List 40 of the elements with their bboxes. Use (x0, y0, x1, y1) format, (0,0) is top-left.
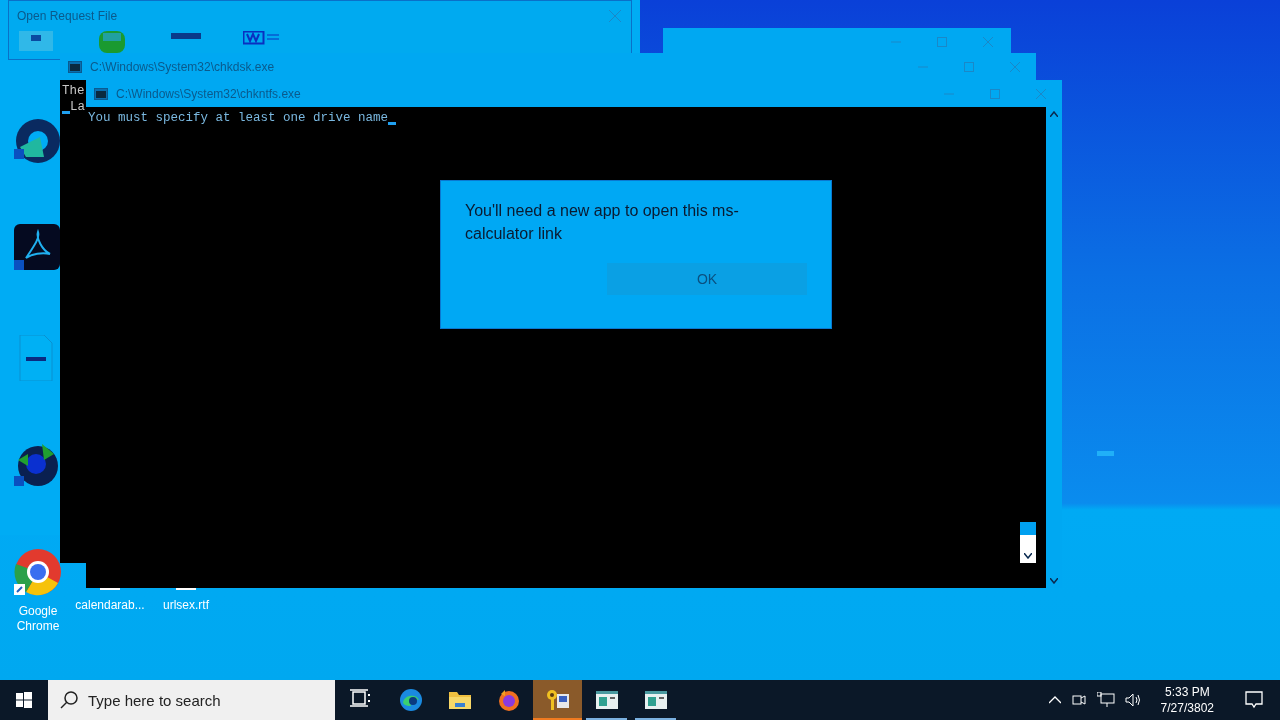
clock-time: 5:33 PM (1164, 684, 1210, 700)
ok-button[interactable]: OK (607, 263, 807, 295)
scroll-up-icon[interactable] (1050, 111, 1058, 117)
pdf-icon (14, 224, 60, 270)
scroll-down-icon[interactable] (1024, 553, 1032, 559)
clock[interactable]: 5:33 PM 7/27/3802 (1152, 684, 1222, 716)
text-cursor (62, 111, 70, 114)
window-title: C:\Windows\System32\chkdsk.exe (90, 58, 275, 76)
search-icon (60, 691, 78, 709)
console-icon (68, 60, 82, 73)
icon-label[interactable]: calendarab... (75, 598, 145, 613)
window-icon (643, 688, 668, 712)
text-cursor (388, 122, 397, 125)
console-text: La (70, 99, 85, 115)
edge-icon (398, 688, 423, 712)
window-title: C:\Windows\System32\chkntfs.exe (116, 85, 301, 103)
icon-label[interactable]: Google Chrome (8, 604, 68, 634)
chevron-up-icon[interactable] (1048, 696, 1061, 704)
scrollbar-thumb[interactable] (1020, 522, 1036, 535)
volume-icon[interactable] (1124, 692, 1143, 708)
icon-label[interactable]: urlsex.rtf (163, 598, 209, 613)
scrollbar[interactable] (1020, 522, 1036, 563)
firefox-icon (496, 688, 521, 712)
windows-logo-icon (16, 692, 32, 708)
console-text: You must specify at least one drive name (88, 110, 389, 126)
window-title: Open Request File (17, 8, 118, 25)
window-icon (594, 688, 619, 712)
message-icon (1245, 691, 1263, 709)
disc-icon (14, 117, 60, 163)
glitch-mark (1097, 451, 1114, 456)
console-icon (94, 87, 108, 100)
folder-icon (19, 31, 53, 51)
camera-icon[interactable] (1070, 692, 1087, 708)
console-text: The (62, 83, 85, 99)
chrome-icon (14, 548, 62, 596)
search-field[interactable]: Type here to search (48, 680, 335, 720)
dialog-message: You'll need a new app to open this ms-calculator link (465, 201, 740, 244)
keys-icon (545, 688, 570, 712)
clock-date: 7/27/3802 (1160, 700, 1214, 716)
network-icon[interactable] (1096, 692, 1115, 708)
